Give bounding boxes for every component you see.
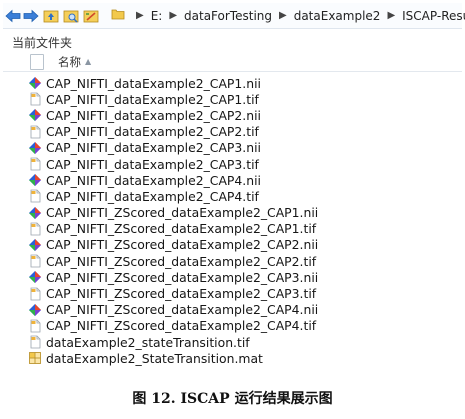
file-name: CAP_NIFTI_ZScored_dataExample2_CAP3.tif: [46, 286, 317, 302]
file-name: CAP_NIFTI_dataExample2_CAP1.tif: [46, 91, 259, 107]
breadcrumb-drive[interactable]: E:: [149, 9, 165, 23]
file-row[interactable]: CAP_NIFTI_ZScored_dataExample2_CAP2.tif: [3, 253, 462, 269]
tif-file-icon: [28, 254, 42, 268]
tif-file-icon: [28, 335, 42, 349]
file-name: CAP_NIFTI_ZScored_dataExample2_CAP1.tif: [46, 221, 317, 237]
nifti-file-icon: [28, 238, 42, 252]
file-row[interactable]: CAP_NIFTI_dataExample2_CAP3.tif: [3, 156, 462, 172]
select-all-checkbox[interactable]: [30, 53, 44, 70]
file-name: CAP_NIFTI_dataExample2_CAP2.nii: [46, 107, 261, 123]
file-row[interactable]: CAP_NIFTI_dataExample2_CAP3.nii: [3, 140, 462, 156]
up-folder-icon[interactable]: [43, 8, 59, 24]
name-column-header[interactable]: 名称 ▲: [58, 54, 91, 70]
file-row[interactable]: CAP_NIFTI_ZScored_dataExample2_CAP3.tif: [3, 285, 462, 301]
column-header: 名称 ▲: [3, 52, 462, 72]
chevron-right-icon[interactable]: ▶: [382, 10, 400, 21]
file-row[interactable]: dataExample2_stateTransition.tif: [3, 334, 462, 350]
address-bar[interactable]: ▶ E: ▶ dataForTesting ▶ dataExample2 ▶ I…: [111, 6, 465, 26]
mat-file-icon: [28, 351, 42, 365]
nifti-file-icon: [28, 76, 42, 90]
tif-file-icon: [28, 125, 42, 139]
file-name: CAP_NIFTI_ZScored_dataExample2_CAP4.nii: [46, 302, 319, 318]
file-name: CAP_NIFTI_dataExample2_CAP3.nii: [46, 140, 261, 156]
file-name: CAP_NIFTI_dataExample2_CAP4.nii: [46, 172, 261, 188]
figure-caption: 图 12. ISCAP 运行结果展示图: [132, 391, 333, 407]
back-arrow-icon[interactable]: [5, 8, 21, 24]
file-row[interactable]: CAP_NIFTI_dataExample2_CAP2.nii: [3, 107, 462, 123]
tif-file-icon: [28, 92, 42, 106]
file-name: CAP_NIFTI_dataExample2_CAP3.tif: [46, 156, 259, 172]
file-row[interactable]: CAP_NIFTI_ZScored_dataExample2_CAP1.nii: [3, 205, 462, 221]
file-row[interactable]: CAP_NIFTI_dataExample2_CAP4.tif: [3, 188, 462, 204]
file-name: CAP_NIFTI_dataExample2_CAP4.tif: [46, 188, 259, 204]
browse-folder-icon[interactable]: [63, 8, 79, 24]
file-row[interactable]: CAP_NIFTI_ZScored_dataExample2_CAP3.nii: [3, 269, 462, 285]
breadcrumb-item[interactable]: dataForTesting: [182, 9, 274, 23]
file-row[interactable]: CAP_NIFTI_ZScored_dataExample2_CAP4.nii: [3, 302, 462, 318]
file-row[interactable]: CAP_NIFTI_ZScored_dataExample2_CAP2.nii: [3, 237, 462, 253]
chevron-right-icon[interactable]: ▶: [131, 10, 149, 21]
breadcrumb-item[interactable]: dataExample2: [292, 9, 383, 23]
sort-ascending-icon: ▲: [85, 57, 92, 66]
file-row[interactable]: CAP_NIFTI_dataExample2_CAP2.tif: [3, 124, 462, 140]
file-list: CAP_NIFTI_dataExample2_CAP1.nii CAP_NIFTI…: [3, 75, 462, 366]
nifti-file-icon: [28, 206, 42, 220]
nifti-file-icon: [28, 303, 42, 317]
file-row[interactable]: CAP_NIFTI_dataExample2_CAP4.nii: [3, 172, 462, 188]
name-column-label: 名称: [58, 54, 81, 69]
new-folder-icon[interactable]: [83, 8, 99, 24]
file-row[interactable]: CAP_NIFTI_dataExample2_CAP1.tif: [3, 91, 462, 107]
file-name: CAP_NIFTI_ZScored_dataExample2_CAP2.nii: [46, 237, 319, 253]
file-name: dataExample2_stateTransition.tif: [46, 334, 250, 350]
tif-file-icon: [28, 157, 42, 171]
nifti-file-icon: [28, 270, 42, 284]
forward-arrow-icon[interactable]: [23, 8, 39, 24]
nifti-file-icon: [28, 108, 42, 122]
nifti-file-icon: [28, 173, 42, 187]
nifti-file-icon: [28, 141, 42, 155]
file-name: CAP_NIFTI_ZScored_dataExample2_CAP3.nii: [46, 269, 319, 285]
file-name: CAP_NIFTI_ZScored_dataExample2_CAP2.tif: [46, 253, 317, 269]
chevron-right-icon[interactable]: ▶: [274, 10, 292, 21]
chevron-right-icon[interactable]: ▶: [164, 10, 182, 21]
file-name: dataExample2_StateTransition.mat: [46, 350, 263, 366]
file-name: CAP_NIFTI_dataExample2_CAP2.tif: [46, 124, 259, 140]
file-row[interactable]: CAP_NIFTI_dataExample2_CAP1.nii: [3, 75, 462, 91]
folder-icon: [111, 7, 125, 24]
address-toolbar: ▶ E: ▶ dataForTesting ▶ dataExample2 ▶ I…: [3, 3, 465, 29]
file-name: CAP_NIFTI_ZScored_dataExample2_CAP1.nii: [46, 205, 319, 221]
tif-file-icon: [28, 222, 42, 236]
file-row[interactable]: CAP_NIFTI_ZScored_dataExample2_CAP4.tif: [3, 318, 462, 334]
file-row[interactable]: CAP_NIFTI_ZScored_dataExample2_CAP1.tif: [3, 221, 462, 237]
tif-file-icon: [28, 319, 42, 333]
tif-file-icon: [28, 189, 42, 203]
file-browser-window: ▶ E: ▶ dataForTesting ▶ dataExample2 ▶ I…: [3, 3, 465, 366]
breadcrumb-item[interactable]: ISCAP-Result: [400, 9, 465, 23]
file-name: CAP_NIFTI_ZScored_dataExample2_CAP4.tif: [46, 318, 317, 334]
pane-title: 当前文件夹: [12, 36, 73, 50]
file-row[interactable]: dataExample2_StateTransition.mat: [3, 350, 462, 366]
tif-file-icon: [28, 287, 42, 301]
file-name: CAP_NIFTI_dataExample2_CAP1.nii: [46, 75, 261, 91]
